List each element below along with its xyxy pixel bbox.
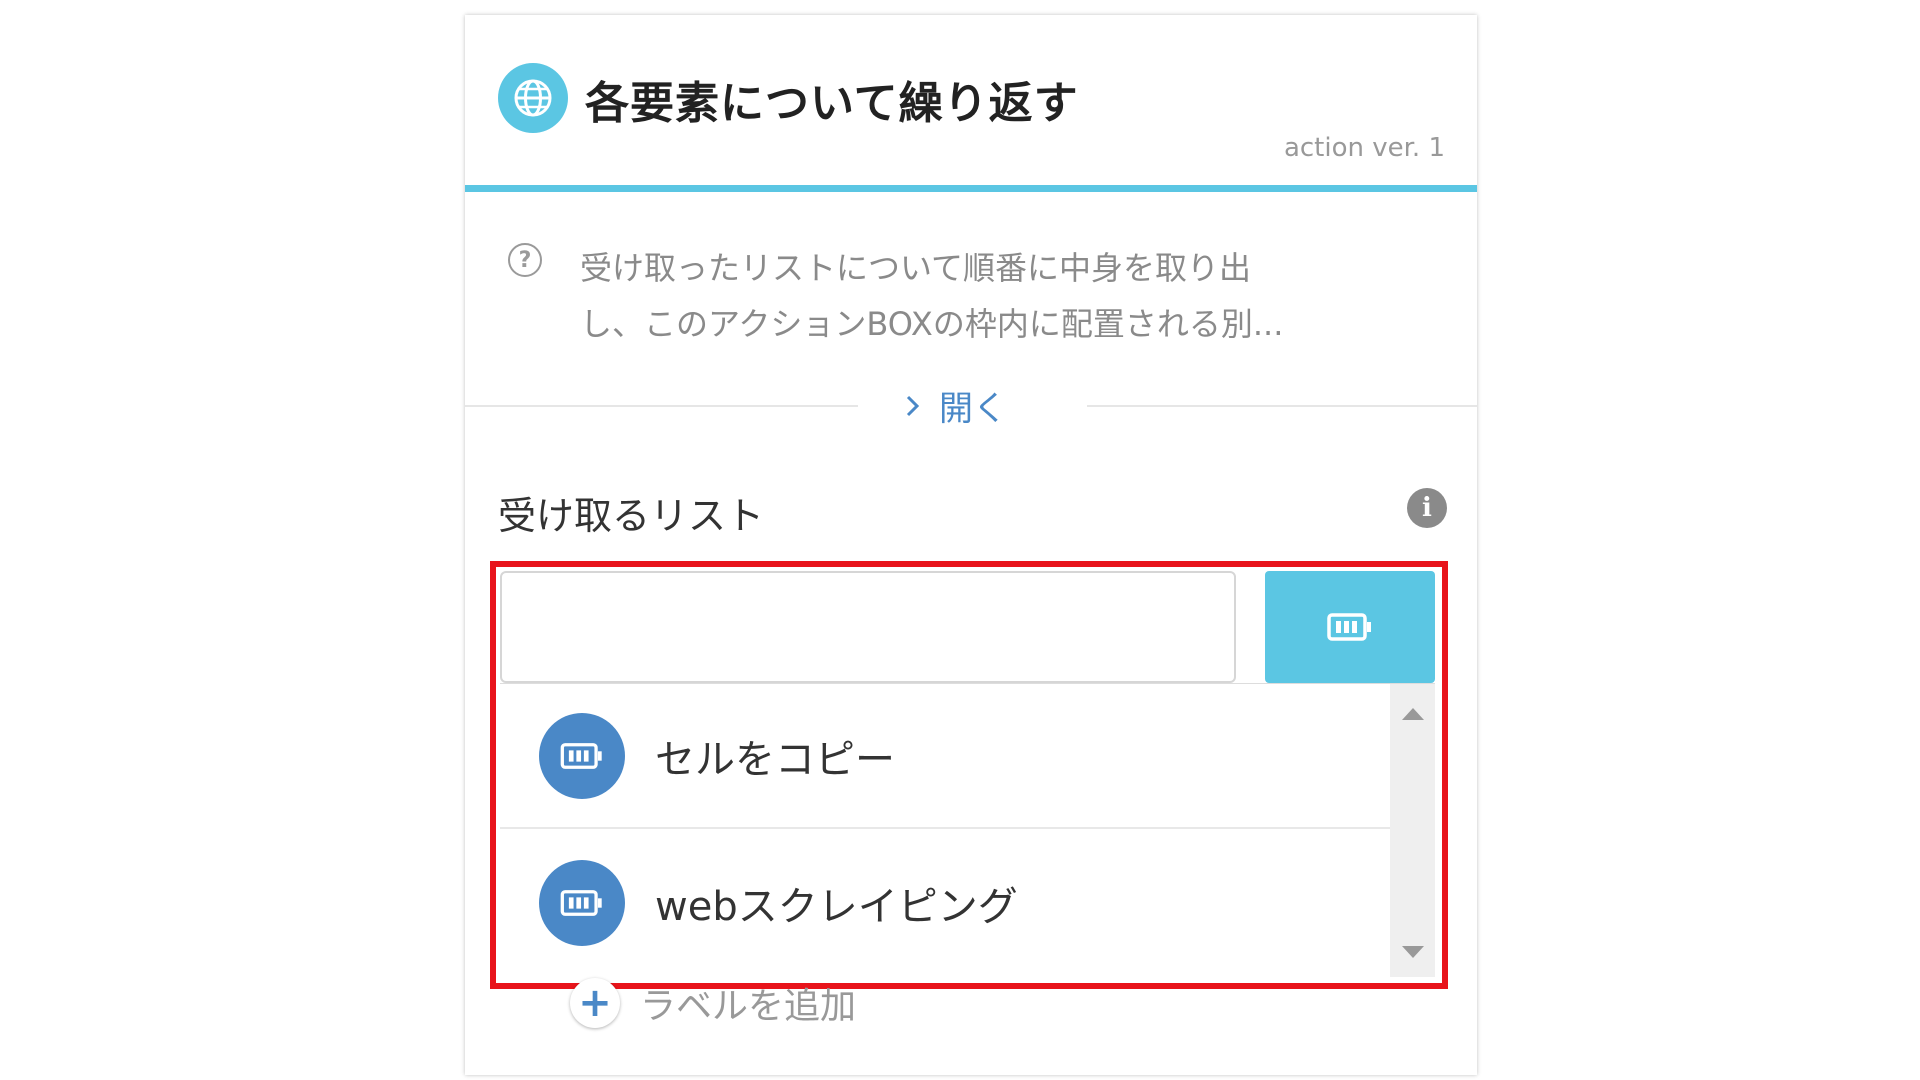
expand-label: 開く <box>939 389 1007 429</box>
expand-description-link[interactable]: 開く <box>905 381 1007 430</box>
globe-icon <box>498 63 568 133</box>
info-icon[interactable]: i <box>1407 488 1447 528</box>
highlight-box <box>490 561 1448 989</box>
plus-icon: + <box>570 978 620 1028</box>
add-label-text: ラベルを追加 <box>640 986 857 1027</box>
description-line: し、このアクションBOXの枠内に配置される別... <box>580 305 1284 343</box>
divider <box>1087 405 1477 407</box>
add-label-button[interactable]: + ラベルを追加 <box>570 977 856 1029</box>
field-label: 受け取るリスト <box>498 494 765 538</box>
description-line: 受け取ったリストについて順番に中身を取り出 <box>580 249 1252 287</box>
help-icon: ? <box>508 243 542 277</box>
action-description: 受け取ったリストについて順番に中身を取り出 し、このアクションBOXの枠内に配置… <box>580 240 1400 352</box>
action-version: action ver. 1 <box>1283 133 1445 163</box>
action-header: 各要素について繰り返す action ver. 1 <box>465 15 1477 187</box>
header-accent-bar <box>465 185 1477 192</box>
divider <box>465 405 858 407</box>
action-card: 各要素について繰り返す action ver. 1 ? 受け取ったリストについて… <box>465 15 1477 1075</box>
action-title: 各要素について繰り返す <box>585 78 1079 129</box>
chevron-right-icon <box>906 395 920 416</box>
